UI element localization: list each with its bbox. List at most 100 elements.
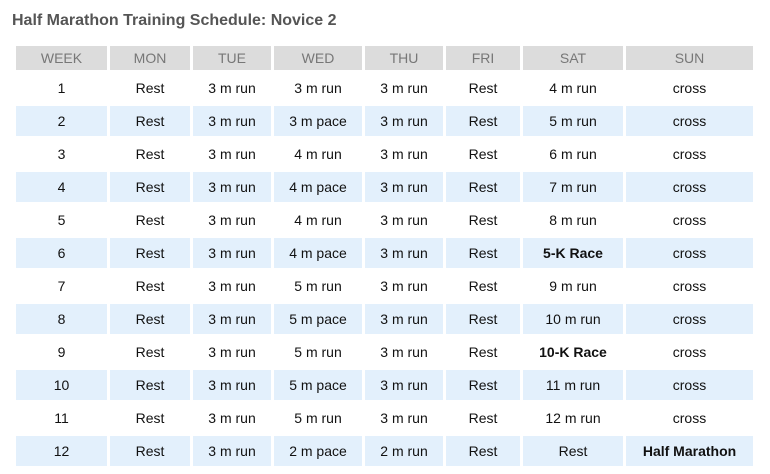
cell-wed: 5 m run [294, 278, 342, 294]
cell-week: 7 [57, 278, 66, 294]
cell-thu: 3 m run [380, 278, 428, 294]
cell-sat: 4 m run [549, 80, 597, 96]
cell-fri: Rest [468, 146, 498, 162]
cell-tue: 3 m run [208, 344, 256, 360]
cell-tue: 3 m run [208, 278, 256, 294]
cell-fri: Rest [446, 304, 520, 334]
header-row: WEEK MON TUE WED THU FRI SAT SUN [16, 46, 753, 70]
cell-fri: Rest [446, 370, 520, 400]
cell-wed: 4 m pace [274, 172, 362, 202]
cell-mon: Rest [135, 146, 165, 162]
training-schedule-table: WEEK MON TUE WED THU FRI SAT SUN 1 Rest 3 … [13, 43, 756, 469]
cell-thu: 3 m run [365, 370, 443, 400]
cell-sat: Rest [523, 436, 623, 466]
cell-wed: 5 m run [294, 344, 342, 360]
column-header-sun: SUN [626, 46, 753, 70]
cell-tue: 3 m run [193, 238, 271, 268]
cell-thu: 3 m run [365, 172, 443, 202]
cell-sat: 7 m run [523, 172, 623, 202]
cell-fri: Rest [468, 344, 498, 360]
cell-sun: cross [672, 410, 707, 426]
cell-fri: Rest [446, 436, 520, 466]
cell-fri: Rest [446, 106, 520, 136]
cell-thu: 3 m run [365, 304, 443, 334]
cell-week: 5 [57, 212, 66, 228]
cell-mon: Rest [135, 344, 165, 360]
cell-wed: 3 m pace [274, 106, 362, 136]
cell-fri: Rest [446, 172, 520, 202]
cell-week: 8 [16, 304, 107, 334]
cell-wed: 4 m run [294, 146, 342, 162]
table-row: 7 Rest 3 m run 5 m run 3 m run Rest 9 m run cro… [16, 271, 753, 301]
cell-thu: 3 m run [380, 80, 428, 96]
cell-sat: 10 m run [523, 304, 623, 334]
cell-sat: 8 m run [549, 212, 597, 228]
cell-sat: 6 m run [549, 146, 597, 162]
cell-sat: 10-K Race [539, 344, 607, 360]
cell-wed: 5 m pace [274, 304, 362, 334]
cell-sun: cross [672, 146, 707, 162]
page-title: Half Marathon Training Schedule: Novice … [12, 12, 337, 29]
cell-sun: Half Marathon [626, 436, 753, 466]
cell-wed: 5 m pace [274, 370, 362, 400]
cell-week: 12 [16, 436, 107, 466]
cell-tue: 3 m run [193, 436, 271, 466]
cell-week: 3 [57, 146, 66, 162]
cell-mon: Rest [110, 370, 190, 400]
cell-week: 11 [54, 410, 69, 426]
cell-fri: Rest [468, 278, 498, 294]
cell-thu: 3 m run [380, 410, 428, 426]
schedule-body: 1 Rest 3 m run 3 m run 3 m run Rest 4 m run cro… [16, 73, 753, 466]
cell-tue: 3 m run [208, 410, 256, 426]
cell-sun: cross [626, 304, 753, 334]
cell-sun: cross [672, 212, 707, 228]
cell-tue: 3 m run [193, 304, 271, 334]
cell-thu: 3 m run [365, 238, 443, 268]
cell-sun: cross [672, 278, 707, 294]
cell-mon: Rest [135, 278, 165, 294]
cell-tue: 3 m run [208, 212, 256, 228]
cell-fri: Rest [446, 238, 520, 268]
cell-thu: 3 m run [380, 146, 428, 162]
cell-sun: cross [626, 238, 753, 268]
column-header-thu: THU [365, 46, 443, 70]
cell-tue: 3 m run [193, 106, 271, 136]
cell-wed: 2 m pace [274, 436, 362, 466]
column-header-fri: FRI [446, 46, 520, 70]
cell-tue: 3 m run [193, 172, 271, 202]
cell-week: 6 [16, 238, 107, 268]
cell-thu: 3 m run [365, 106, 443, 136]
cell-thu: 2 m run [365, 436, 443, 466]
cell-sat: 5-K Race [523, 238, 623, 268]
table-row: 8 Rest 3 m run 5 m pace 3 m run Rest 10 m run c… [16, 304, 753, 334]
table-row: 1 Rest 3 m run 3 m run 3 m run Rest 4 m run cro… [16, 73, 753, 103]
cell-mon: Rest [135, 212, 165, 228]
table-row: 2 Rest 3 m run 3 m pace 3 m run Rest 5 m run cr… [16, 106, 753, 136]
cell-mon: Rest [135, 410, 165, 426]
cell-week: 1 [57, 80, 66, 96]
cell-sun: cross [626, 370, 753, 400]
cell-wed: 3 m run [294, 80, 342, 96]
cell-sun: cross [626, 106, 753, 136]
table-row: 3 Rest 3 m run 4 m run 3 m run Rest 6 m run cro… [16, 139, 753, 169]
cell-mon: Rest [135, 80, 165, 96]
cell-fri: Rest [468, 410, 498, 426]
column-header-sat: SAT [523, 46, 623, 70]
table-row: 6 Rest 3 m run 4 m pace 3 m run Rest 5-K Race c… [16, 238, 753, 268]
cell-thu: 3 m run [380, 212, 428, 228]
column-header-week: WEEK [16, 46, 107, 70]
table-row: 9 Rest 3 m run 5 m run 3 m run Rest 10-K Race c… [16, 337, 753, 367]
cell-week: 10 [16, 370, 107, 400]
cell-mon: Rest [110, 436, 190, 466]
cell-mon: Rest [110, 172, 190, 202]
column-header-mon: MON [110, 46, 190, 70]
table-row: 11 Rest 3 m run 5 m run 3 m run Rest 12 m run c… [16, 403, 753, 433]
cell-tue: 3 m run [193, 370, 271, 400]
cell-mon: Rest [110, 238, 190, 268]
table-row: 4 Rest 3 m run 4 m pace 3 m run Rest 7 m run cr… [16, 172, 753, 202]
table-row: 12 Rest 3 m run 2 m pace 2 m run Rest Rest Half… [16, 436, 753, 466]
cell-mon: Rest [110, 304, 190, 334]
cell-wed: 4 m pace [274, 238, 362, 268]
cell-week: 9 [57, 344, 66, 360]
cell-sun: cross [672, 344, 707, 360]
